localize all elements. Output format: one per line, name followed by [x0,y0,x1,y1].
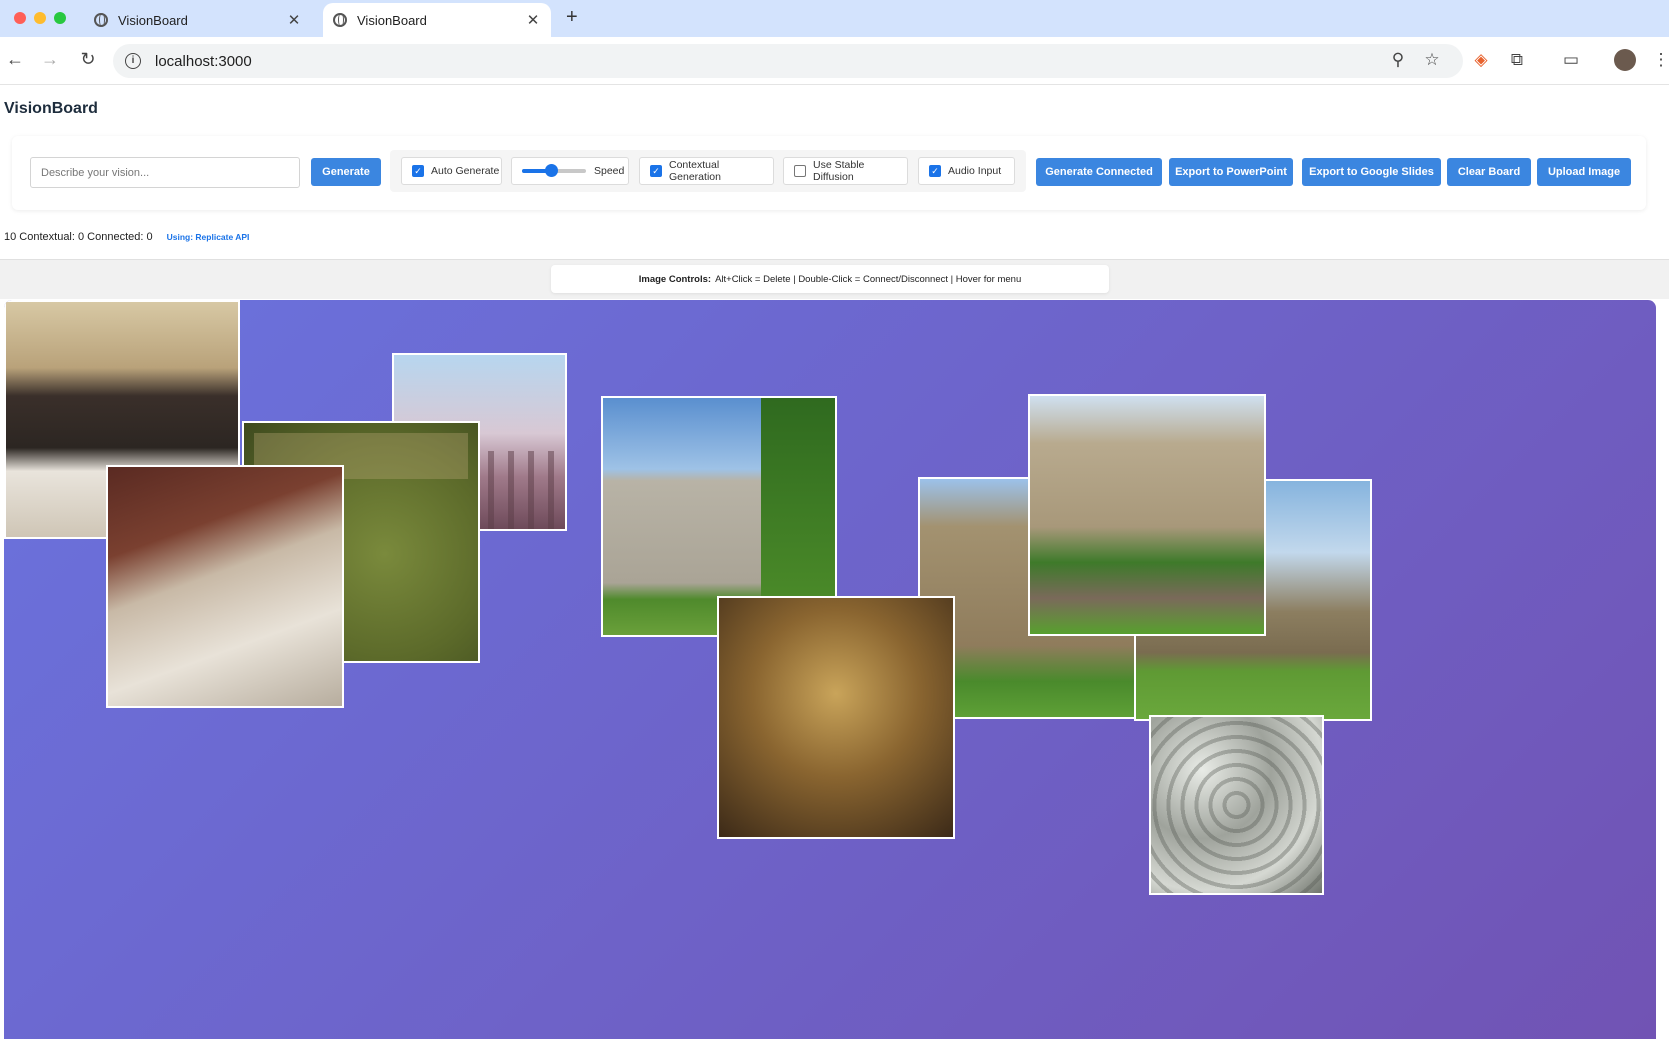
audio-input-label: Audio Input [948,165,1002,177]
checkbox-checked-icon[interactable]: ✓ [412,165,424,177]
turreted-chateau-art [1030,396,1264,634]
dining-table-art [108,467,342,706]
status-line: 10 Contextual: 0 Connected: 0 Using: Rep… [4,231,249,243]
browser-tab-1[interactable]: VisionBoard ✕ [84,3,312,37]
generate-connected-button[interactable]: Generate Connected [1036,158,1162,186]
contextual-generation-label: Contextual Generation [669,159,721,183]
export-powerpoint-button[interactable]: Export to PowerPoint [1169,158,1293,186]
api-badge: Using: Replicate API [166,232,250,242]
board-image-ornate-interior[interactable] [717,596,955,839]
globe-icon [94,13,108,27]
url-text[interactable]: localhost:3000 [155,53,252,70]
speed-slider-handle[interactable] [544,164,558,177]
audio-input-toggle[interactable]: ✓ Audio Input [918,157,1015,185]
vision-board-canvas[interactable] [4,300,1656,1039]
clear-board-button[interactable]: Clear Board [1447,158,1531,186]
browser-tab-bar: VisionBoard ✕ VisionBoard ✕ + [0,0,1669,37]
board-image-turreted-chateau[interactable] [1028,394,1266,636]
kebab-menu-icon[interactable]: ⋮ [1650,50,1669,70]
globe-icon [333,13,347,27]
image-controls-help: Image Controls: Alt+Click = Delete | Dou… [551,265,1109,293]
address-bar[interactable]: i localhost:3000 [113,44,1463,78]
auto-generate-label: Auto Generate [431,165,500,177]
stable-diffusion-toggle[interactable]: Use Stable Diffusion [783,157,908,185]
maximize-window-button[interactable] [54,12,66,24]
browser-tab-2[interactable]: VisionBoard ✕ [323,3,551,37]
checkbox-checked-icon[interactable]: ✓ [929,165,941,177]
browser-toolbar: ← → ↻ i localhost:3000 ⚲ ☆ ◈ ⧉ ▭ ⋮ [0,37,1669,85]
upload-image-button[interactable]: Upload Image [1537,158,1631,186]
board-image-abstract-lace[interactable] [1149,715,1324,895]
export-google-slides-button[interactable]: Export to Google Slides [1302,158,1441,186]
tab-title: VisionBoard [118,12,188,28]
stable-diffusion-label: Use Stable Diffusion [813,159,865,183]
puzzle-icon[interactable]: ⧉ [1506,50,1528,70]
zoom-icon[interactable]: ⚲ [1387,50,1409,70]
speed-control: Speed [511,157,629,185]
checkbox-checked-icon[interactable]: ✓ [650,165,662,177]
speed-slider[interactable] [522,164,586,177]
close-window-button[interactable] [14,12,26,24]
new-tab-button[interactable]: + [566,6,578,29]
app-title: VisionBoard [4,100,98,117]
status-counts: 10 Contextual: 0 Connected: 0 [4,231,153,243]
tab-search-icon[interactable]: ▭ [1560,50,1582,70]
minimize-window-button[interactable] [34,12,46,24]
vision-prompt-input[interactable] [30,157,300,188]
bookmark-star-icon[interactable]: ☆ [1421,50,1443,70]
board-image-dining-table[interactable] [106,465,344,708]
tab-title: VisionBoard [357,12,427,28]
image-controls-text: Alt+Click = Delete | Double-Click = Conn… [715,273,1022,285]
close-tab-icon[interactable]: ✕ [286,11,302,29]
checkbox-unchecked-icon[interactable] [794,165,806,177]
site-info-icon[interactable]: i [125,53,141,69]
forward-arrow-icon[interactable]: → [38,49,62,70]
reload-icon[interactable]: ↻ [76,49,100,70]
contextual-generation-toggle[interactable]: ✓ Contextual Generation [639,157,774,185]
ornate-interior-art [719,598,953,837]
image-controls-label: Image Controls: [638,273,712,285]
profile-avatar[interactable] [1614,49,1636,71]
auto-generate-toggle[interactable]: ✓ Auto Generate [401,157,502,185]
generate-button[interactable]: Generate [311,158,381,186]
speed-label: Speed [594,165,625,177]
abstract-lace-pattern [1151,717,1322,893]
close-tab-icon[interactable]: ✕ [525,11,541,29]
extension-icon[interactable]: ◈ [1470,50,1492,70]
back-arrow-icon[interactable]: ← [3,49,27,70]
